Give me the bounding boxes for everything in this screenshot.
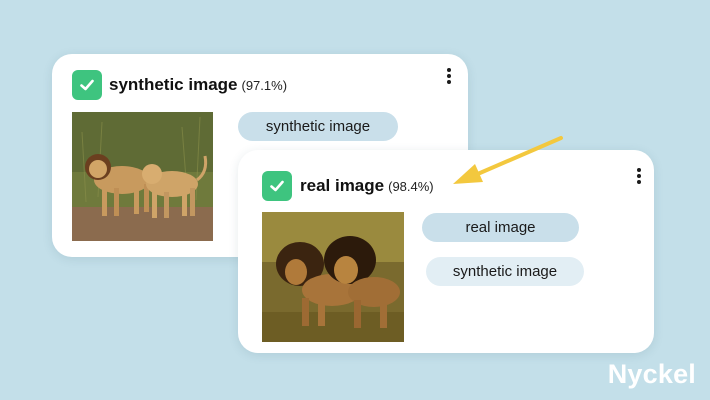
two-male-lions-photo xyxy=(262,212,404,342)
label-synthetic-image-option[interactable]: synthetic image xyxy=(426,257,584,286)
label-real-image-selected[interactable]: real image xyxy=(422,213,579,242)
more-vertical-icon[interactable] xyxy=(634,168,644,188)
card-title: real image (98.4%) xyxy=(300,176,434,196)
two-lionesses-photo xyxy=(72,112,213,241)
card-title: synthetic image (97.1%) xyxy=(109,75,287,95)
predicted-label: synthetic image xyxy=(109,75,238,94)
arrow-icon xyxy=(453,136,563,184)
checkmark-icon xyxy=(72,70,102,100)
checkmark-icon xyxy=(262,171,292,201)
more-vertical-icon[interactable] xyxy=(444,68,454,88)
brand-logo: Nyckel xyxy=(607,359,696,389)
confidence-score: (98.4%) xyxy=(388,179,434,194)
predicted-label: real image xyxy=(300,176,385,195)
confidence-score: (97.1%) xyxy=(241,78,288,93)
label-synthetic-image-selected[interactable]: synthetic image xyxy=(238,112,398,141)
